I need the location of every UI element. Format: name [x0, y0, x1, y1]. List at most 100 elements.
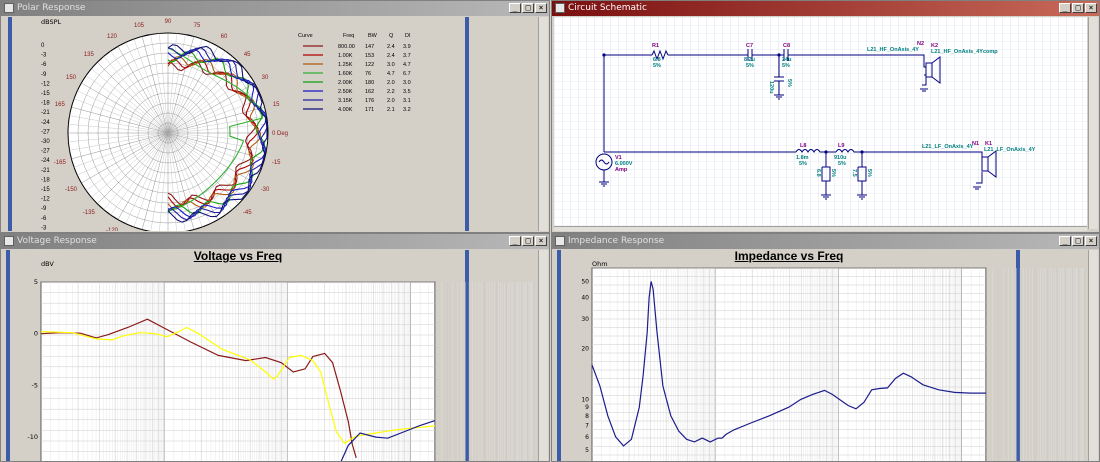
window-menu-icon[interactable] [4, 3, 14, 13]
polar-angle-label: -135 [83, 210, 96, 216]
polar-legend-cell: 2.50K [338, 89, 353, 95]
polar-vertical-scrollbar[interactable] [538, 17, 548, 231]
impedance-response-window[interactable]: Impedance Response _ □ × Impedance vs Fr… [551, 233, 1100, 462]
impedance-y-tick: 30 [581, 316, 589, 323]
polar-legend-header: DI [405, 33, 411, 39]
hf-net-label-2: L21_HF_OnAxis_4Ycomp [931, 49, 998, 55]
close-button[interactable]: × [535, 236, 547, 246]
schematic-window-title: Circuit Schematic [568, 3, 647, 13]
c7-name: C7 [746, 43, 753, 49]
c8-tol: 5% [782, 63, 790, 69]
impedance-chart: 50 40 30 20 109 8 7 6 5 [581, 267, 1085, 461]
l8-tol: 5% [799, 161, 807, 167]
voltage-response-window[interactable]: Voltage Response _ □ × Voltage vs Freq d… [0, 233, 550, 462]
plot-frame [40, 281, 436, 461]
minimize-button[interactable]: _ [1059, 236, 1071, 246]
maximize-button[interactable]: □ [1072, 236, 1084, 246]
polar-scale-label: -12 [41, 197, 50, 203]
polar-scale-label: -24 [41, 120, 50, 126]
schematic-vertical-scrollbar[interactable] [1088, 17, 1098, 229]
polar-titlebar[interactable]: Polar Response _ □ × [1, 1, 549, 16]
plot-frame [591, 267, 987, 461]
polar-scale-label: -6 [41, 216, 47, 222]
polar-angle-label: 120 [107, 34, 118, 40]
polar-legend-cell: 4.7 [387, 71, 395, 77]
polar-angle-label: 150 [66, 75, 77, 81]
hf-net-label-1: L21_HF_OnAxis_4Y [867, 47, 919, 53]
polar-angle-label: 0 Deg [272, 131, 288, 137]
impedance-plot-area[interactable]: Impedance vs Freq Ohm 50 40 30 20 10 9 8 7 6 5 [554, 249, 1086, 461]
polar-angle-label: 105 [134, 23, 145, 29]
minimize-button[interactable]: _ [1059, 3, 1071, 13]
polar-legend-cell: 3.15K [338, 98, 353, 104]
c8-shunt-value: 120u [768, 81, 774, 94]
shunt2-value: 7.5 [851, 169, 857, 177]
schematic-titlebar[interactable]: Circuit Schematic _ □ × [552, 1, 1099, 16]
impedance-y-tick: 9 [585, 404, 589, 411]
polar-legend-cell: 2.4 [387, 44, 395, 50]
maximize-button[interactable]: □ [1072, 3, 1084, 13]
polar-legend-cell: 2.0 [387, 98, 395, 104]
polar-legend-cell: 2.0 [387, 80, 395, 86]
close-button[interactable]: × [1085, 3, 1097, 13]
shunt1-value: 6.8 [815, 169, 821, 177]
polar-angle-label: 75 [194, 23, 201, 29]
polar-legend-cell: 800.00 [338, 44, 355, 50]
voltage-vertical-scrollbar[interactable] [538, 250, 548, 461]
schematic-window[interactable]: Circuit Schematic _ □ × R1 6.8 5% C7 8.2… [551, 0, 1100, 233]
impedance-y-tick: 5 [585, 447, 589, 454]
schematic-canvas[interactable]: R1 6.8 5% C7 8.2u 5% C8 24u 5% 120u 5% N… [554, 17, 1087, 229]
l9-name: L9 [838, 143, 844, 149]
polar-legend-cell: 4.00K [338, 107, 353, 113]
polar-angle-label: 165 [55, 102, 66, 108]
polar-legend-cell: 3.9 [403, 44, 411, 50]
voltage-plot-area[interactable]: Voltage vs Freq dBV 5 0 -5 -10 [3, 249, 535, 461]
polar-scale-label: -30 [41, 139, 50, 145]
voltage-titlebar[interactable]: Voltage Response _ □ × [1, 234, 549, 249]
polar-angle-label: 15 [273, 102, 280, 108]
polar-angle-label: 45 [244, 52, 251, 58]
polar-legend-cell: 6.7 [403, 71, 411, 77]
polar-legend-header: Freq [343, 33, 354, 39]
shunt1-tol: 5% [830, 169, 836, 177]
polar-scale-label: -21 [41, 110, 50, 116]
polar-scale-label: -27 [41, 129, 50, 135]
polar-scale-label: -15 [41, 187, 50, 193]
polar-scale-label: -27 [41, 149, 50, 155]
close-button[interactable]: × [1085, 236, 1097, 246]
lf-net-label-2: L21_LF_OnAxis_4Y [984, 147, 1036, 153]
r1-tol: 5% [653, 63, 661, 69]
polar-unit-label: dBSPL [41, 18, 62, 26]
minimize-button[interactable]: _ [509, 3, 521, 13]
minimize-button[interactable]: _ [509, 236, 521, 246]
window-menu-icon[interactable] [4, 236, 14, 246]
polar-scale-label: -24 [41, 158, 50, 164]
polar-angle-label: 135 [84, 52, 95, 58]
impedance-y-tick: 10 [581, 396, 589, 403]
polar-legend-cell: 4.7 [403, 62, 411, 68]
v1-type: Amp [615, 167, 628, 173]
polar-legend-cell: 147 [365, 44, 374, 50]
voltage-y-tick: -10 [27, 433, 38, 441]
polar-plot-area[interactable]: 0 -3 -6 -9 -12 -15 -18 -21 -24 -27 -30 -27 -24 -21 -18… [3, 17, 535, 231]
schematic-horizontal-scrollbar[interactable] [554, 226, 1087, 231]
impedance-titlebar[interactable]: Impedance Response _ □ × [552, 234, 1099, 249]
window-menu-icon[interactable] [555, 236, 565, 246]
impedance-y-tick: 20 [581, 346, 589, 353]
polar-legend-cell: 1.60K [338, 71, 353, 77]
impedance-vertical-scrollbar[interactable] [1088, 250, 1098, 461]
polar-legend-cell: 171 [365, 107, 374, 113]
polar-scale-label: -18 [41, 177, 50, 183]
polar-chart: 0 -3 -6 -9 -12 -15 -18 -21 -24 -27 -30 -27 -24 -21 -18… [41, 18, 411, 231]
voltage-chart: 5 0 -5 -10 [27, 278, 534, 461]
schematic-drawing: R1 6.8 5% C7 8.2u 5% C8 24u 5% 120u 5% N… [554, 17, 1087, 229]
polar-response-window[interactable]: Polar Response _ □ × 0 -3 -6 -9 -12 -15 -18 -21… [0, 0, 550, 233]
window-menu-icon[interactable] [555, 3, 565, 13]
polar-legend: Curve Freq BW Q DI 800.00 147 2.4 3.9 1.00K 153 2.4… [298, 33, 411, 113]
r1-name: R1 [652, 43, 659, 49]
polar-legend-cell: 162 [365, 89, 374, 95]
c7-tol: 5% [746, 63, 754, 69]
close-button[interactable]: × [535, 3, 547, 13]
maximize-button[interactable]: □ [522, 236, 534, 246]
maximize-button[interactable]: □ [522, 3, 534, 13]
